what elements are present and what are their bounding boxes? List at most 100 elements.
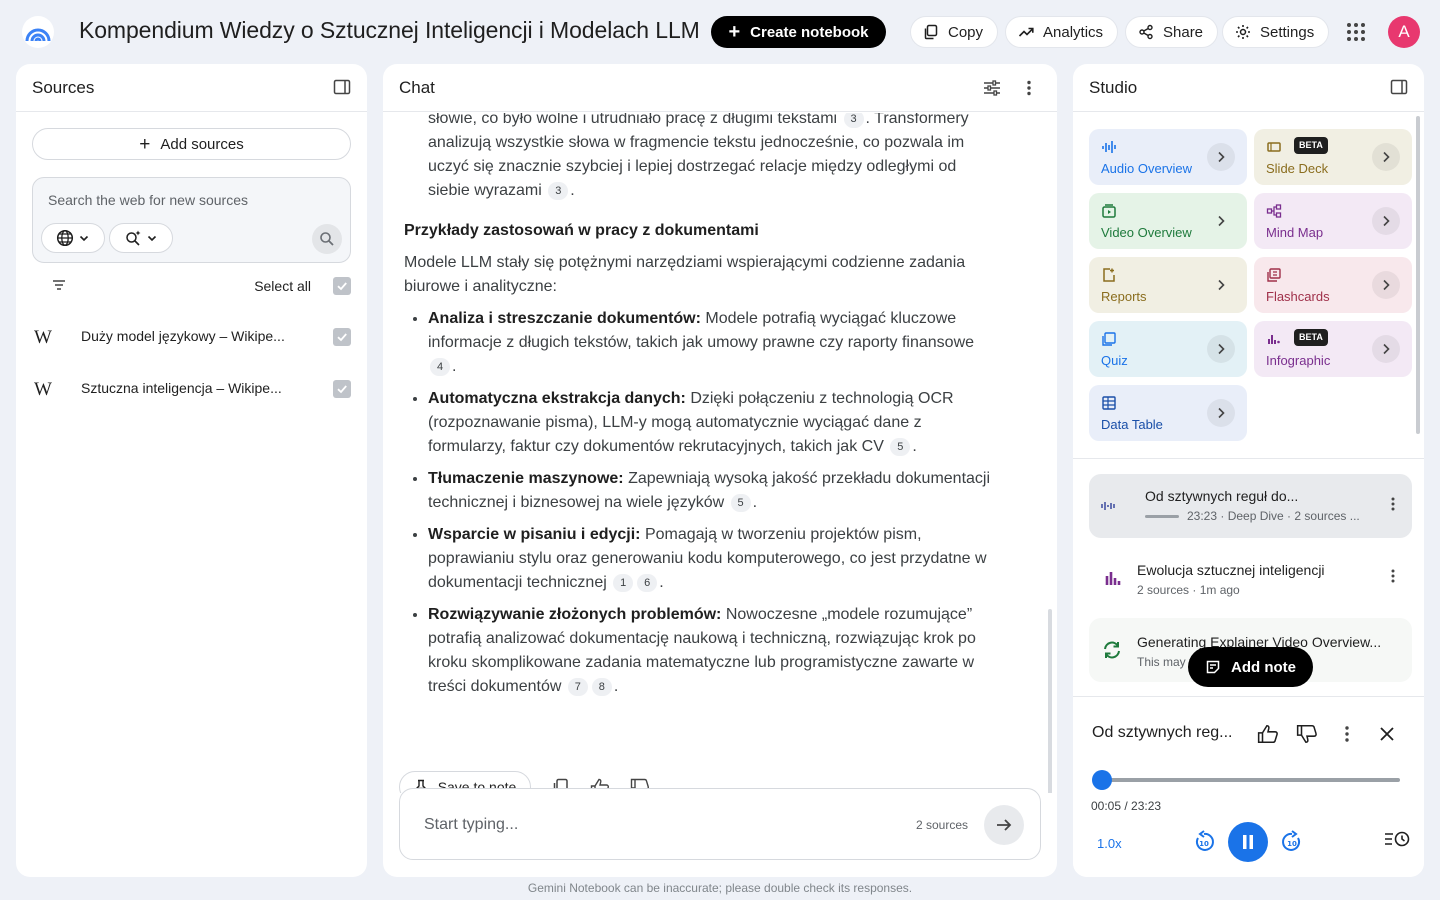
analytics-button[interactable]: Analytics	[1005, 16, 1119, 48]
chat-scrollbar[interactable]	[1048, 609, 1052, 793]
data-table-tile[interactable]: Data Table	[1089, 385, 1247, 441]
sources-title: Sources	[32, 77, 95, 97]
infographic-icon	[1266, 331, 1282, 347]
source-checkbox[interactable]	[333, 328, 351, 346]
create-notebook-label: Create notebook	[750, 23, 869, 41]
app-logo-icon[interactable]	[22, 16, 54, 48]
collapse-panel-icon[interactable]	[1390, 78, 1408, 96]
citation-chip[interactable]: 5	[890, 438, 911, 456]
message-paragraph: słowie, co było wolne i utrudniało pracę…	[404, 113, 994, 203]
sync-icon	[1101, 640, 1123, 660]
pause-button[interactable]	[1228, 822, 1268, 862]
gear-icon	[1236, 25, 1250, 39]
more-vert-icon[interactable]	[1021, 79, 1037, 97]
progress-track[interactable]	[1101, 778, 1400, 782]
source-item[interactable]: W Sztuczna inteligencja – Wikipe...	[32, 369, 351, 409]
citation-chip[interactable]: 8	[591, 678, 612, 696]
citation-chip[interactable]: 1	[613, 574, 634, 592]
citation-chip[interactable]: 3	[548, 182, 569, 200]
arrow-right-icon	[997, 819, 1012, 831]
chevron-right-icon	[1372, 335, 1400, 363]
more-vert-icon[interactable]	[1344, 725, 1350, 743]
collapse-panel-icon[interactable]	[333, 78, 351, 96]
add-note-button[interactable]: Add note	[1188, 647, 1313, 687]
add-note-label: Add note	[1231, 658, 1296, 676]
chat-input[interactable]: Start typing... 2 sources	[399, 788, 1041, 860]
citation-chip[interactable]: 5	[730, 494, 751, 512]
svg-text:10: 10	[1199, 840, 1209, 848]
more-vert-icon[interactable]	[1390, 496, 1396, 512]
studio-header: Studio	[1073, 64, 1424, 112]
filter-icon[interactable]	[52, 278, 66, 292]
video-icon	[1101, 203, 1117, 219]
reports-tile[interactable]: Reports	[1089, 257, 1247, 313]
tile-label: Infographic	[1266, 353, 1331, 368]
share-button[interactable]: Share	[1125, 16, 1219, 48]
citation-chip[interactable]: 4	[430, 358, 450, 376]
slide-deck-tile[interactable]: BETA Slide Deck	[1254, 129, 1412, 185]
research-mode-dropdown[interactable]	[109, 223, 173, 253]
tile-label: Data Table	[1101, 417, 1163, 432]
note-add-icon	[1206, 660, 1220, 674]
tile-label: Audio Overview	[1101, 161, 1193, 176]
share-icon	[1139, 24, 1153, 40]
audio-wave-icon	[1101, 139, 1117, 155]
slides-icon	[1266, 139, 1282, 155]
rewind-10-icon[interactable]: 10	[1192, 830, 1216, 854]
thumbs-up-icon[interactable]	[1257, 724, 1279, 744]
playlist-history-icon[interactable]	[1384, 830, 1410, 850]
note-item-infographic[interactable]: Ewolucja sztucznej inteligencji 2 source…	[1089, 546, 1412, 610]
source-item[interactable]: W Duży model językowy – Wikipe...	[32, 317, 351, 357]
send-button[interactable]	[984, 805, 1024, 845]
quiz-tile[interactable]: Quiz	[1089, 321, 1247, 377]
citation-chip[interactable]: 3	[843, 113, 864, 128]
search-submit-button[interactable]	[312, 224, 342, 254]
playback-speed[interactable]: 1.0x	[1097, 836, 1122, 851]
list-item: Rozwiązywanie złożonych problemów: Nowoc…	[428, 603, 994, 699]
chat-panel: Chat słowie, co było wolne i utrudniało …	[383, 64, 1057, 877]
table-icon	[1101, 395, 1117, 411]
avatar[interactable]: A	[1388, 16, 1420, 48]
web-source-dropdown[interactable]	[41, 223, 105, 253]
tile-label: Mind Map	[1266, 225, 1324, 240]
copy-button[interactable]: Copy	[910, 16, 999, 48]
assistant-message: słowie, co było wolne i utrudniało pracę…	[404, 113, 994, 707]
forward-10-icon[interactable]: 10	[1280, 830, 1304, 854]
video-overview-tile[interactable]: Video Overview	[1089, 193, 1247, 249]
intro-paragraph: Modele LLM stały się potężnymi narzędzia…	[404, 254, 966, 295]
thumbs-down-icon[interactable]	[1296, 724, 1318, 744]
quiz-icon	[1101, 331, 1117, 347]
chevron-right-icon	[1207, 399, 1235, 427]
citation-chip[interactable]: 6	[637, 574, 658, 592]
plus-icon: +	[728, 21, 741, 43]
tile-label: Video Overview	[1101, 225, 1192, 240]
top-bar: Kompendium Wiedzy o Sztucznej Inteligenc…	[0, 0, 1440, 64]
create-notebook-button[interactable]: + Create notebook	[711, 16, 886, 48]
studio-title: Studio	[1089, 77, 1138, 97]
progress-thumb[interactable]	[1092, 770, 1113, 790]
audio-overview-tile[interactable]: Audio Overview	[1089, 129, 1247, 185]
chevron-right-icon	[1207, 335, 1235, 363]
note-progress	[1145, 515, 1179, 518]
note-item-audio[interactable]: Od sztywnych reguł do... 23:23 · Deep Di…	[1089, 474, 1412, 538]
add-sources-button[interactable]: + Add sources	[32, 128, 351, 160]
divider	[1073, 458, 1424, 459]
tune-icon[interactable]	[983, 79, 1001, 97]
citation-chip[interactable]: 7	[567, 678, 588, 696]
plus-icon: +	[139, 133, 151, 155]
apps-grid-icon[interactable]	[1344, 20, 1368, 44]
source-item-label: Duży model językowy – Wikipe...	[81, 328, 285, 344]
more-vert-icon[interactable]	[1390, 568, 1396, 584]
select-all-checkbox[interactable]	[333, 277, 351, 295]
flashcards-tile[interactable]: Flashcards	[1254, 257, 1412, 313]
studio-scrollbar[interactable]	[1416, 116, 1420, 434]
studio-panel: Studio Audio Overview BETA Slide Deck Vi…	[1073, 64, 1424, 877]
infographic-tile[interactable]: BETA Infographic	[1254, 321, 1412, 377]
settings-button[interactable]: Settings	[1222, 16, 1330, 48]
player-title: Od sztywnych reg...	[1092, 724, 1233, 741]
close-icon[interactable]	[1379, 726, 1395, 742]
web-search-input[interactable]: Search the web for new sources	[48, 192, 248, 208]
notebook-title[interactable]: Kompendium Wiedzy o Sztucznej Inteligenc…	[79, 17, 700, 44]
source-checkbox[interactable]	[333, 380, 351, 398]
mind-map-tile[interactable]: Mind Map	[1254, 193, 1412, 249]
